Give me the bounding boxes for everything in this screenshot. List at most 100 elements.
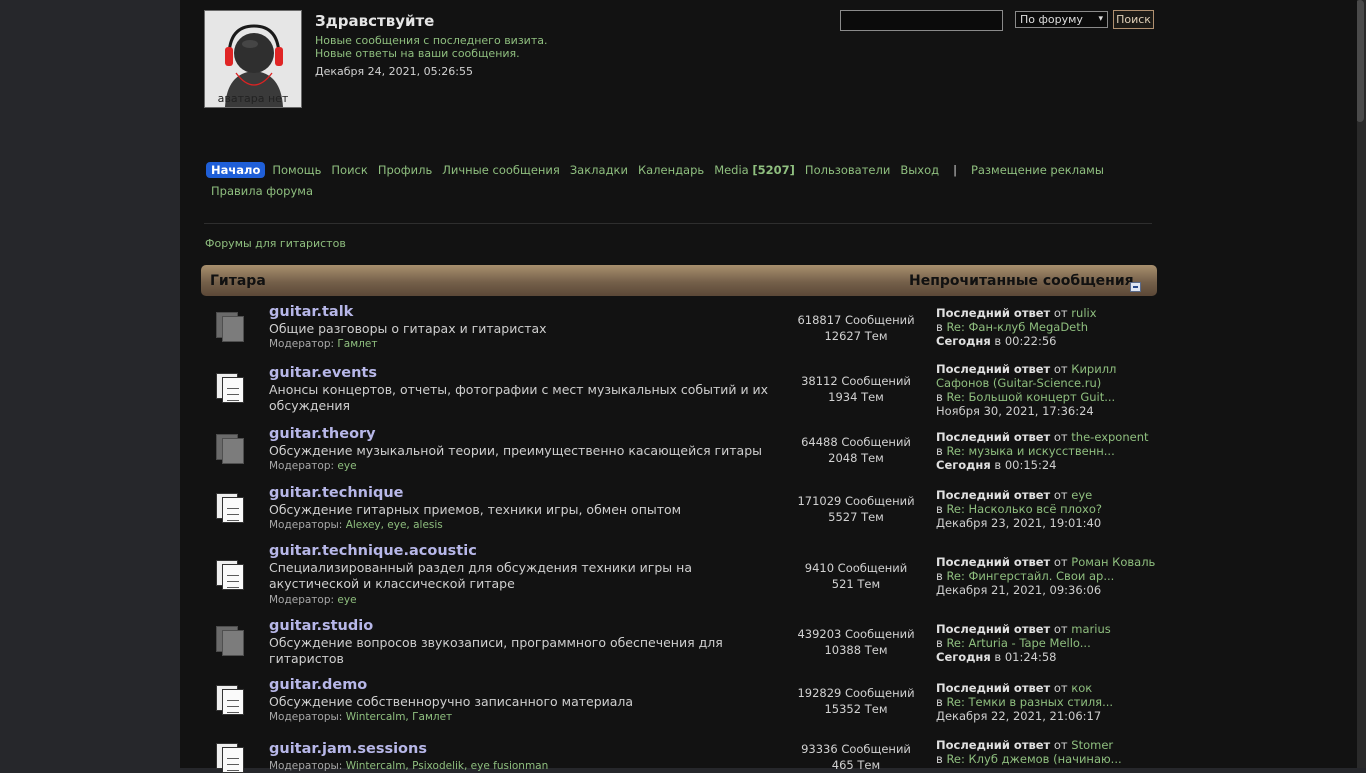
- moderator-link[interactable]: Wintercalm, Psixodelik, eye fusionman: [346, 760, 549, 772]
- forum-description: Обсуждение собственноручно записанного м…: [269, 694, 634, 709]
- posts-count: 439203 Сообщений: [797, 627, 915, 641]
- forum-status-icon[interactable]: [214, 432, 246, 464]
- last-post-topic[interactable]: Re: Фан-клуб MegaDeth: [946, 320, 1088, 334]
- category-header: Гитара Непрочитанные сообщения: [201, 265, 1157, 296]
- topics-count: 465 Тем: [831, 758, 881, 772]
- last-post-label: Последний ответ: [936, 488, 1051, 502]
- last-post-date: Сегодня: [936, 458, 991, 472]
- topics-count: 2048 Тем: [828, 451, 884, 465]
- moderators-label: Модераторы:: [269, 711, 343, 723]
- forum-status-icon[interactable]: [214, 371, 246, 403]
- last-post-topic[interactable]: Re: Насколько всё плохо?: [946, 502, 1102, 516]
- breadcrumb[interactable]: Форумы для гитаристов: [205, 237, 346, 250]
- menu-media[interactable]: Media [5207]: [714, 163, 795, 177]
- last-post: Последний ответ от the-exponent в Re: му…: [936, 430, 1161, 472]
- moderator-link[interactable]: eye: [337, 460, 356, 472]
- menu-rules[interactable]: Правила форума: [211, 184, 313, 198]
- search-input[interactable]: [840, 10, 1003, 31]
- posts-count: 38112 Сообщений: [801, 374, 911, 388]
- moderator-link[interactable]: Wintercalm, Гамлет: [346, 711, 452, 723]
- forum-stats: 64488 Сообщений 2048 Тем: [785, 434, 927, 466]
- moderators-label: Модератор:: [269, 338, 335, 350]
- last-post-topic[interactable]: Re: Клуб джемов (начинаю...: [946, 752, 1121, 766]
- forum-title[interactable]: guitar.technique.acoustic: [269, 543, 477, 559]
- menu-home[interactable]: Начало: [206, 162, 266, 178]
- last-post-topic[interactable]: Re: Фингерстайл. Свои ар...: [946, 569, 1114, 583]
- forum-title[interactable]: guitar.events: [269, 365, 377, 381]
- topics-count: 15352 Тем: [824, 702, 888, 716]
- moderator-link[interactable]: Гамлет: [337, 338, 377, 350]
- last-post: Последний ответ от Роман Коваль в Re: Фи…: [936, 555, 1161, 597]
- menu-members[interactable]: Пользователи: [805, 163, 890, 177]
- media-count: [5207]: [752, 163, 795, 177]
- last-post-topic[interactable]: Re: Arturia - Tape Mello...: [946, 636, 1090, 650]
- last-post-date: Сегодня: [936, 334, 991, 348]
- last-post-author[interactable]: кок: [1071, 681, 1092, 695]
- menu-search[interactable]: Поиск: [331, 163, 367, 177]
- last-post-topic[interactable]: Re: музыка и искусственн...: [946, 444, 1114, 458]
- in-label: в: [936, 569, 943, 583]
- last-post-label: Последний ответ: [936, 306, 1051, 320]
- in-label: в: [936, 390, 943, 404]
- scrollbar-thumb[interactable]: [1356, 0, 1364, 122]
- forum-title[interactable]: guitar.talk: [269, 304, 353, 320]
- forum-status-icon[interactable]: [214, 558, 246, 590]
- forum-status-icon[interactable]: [214, 491, 246, 523]
- menu-help[interactable]: Помощь: [272, 163, 321, 177]
- forum-status-icon[interactable]: [214, 683, 246, 715]
- last-post-date: Декабря 22, 2021, 21:06:17: [936, 709, 1102, 723]
- search-scope-select[interactable]: По форуму ▾: [1015, 11, 1108, 28]
- last-post-label: Последний ответ: [936, 681, 1051, 695]
- forum-status-icon[interactable]: [214, 310, 246, 342]
- main-menu: Начало Помощь Поиск Профиль Личные сообщения…: [206, 160, 1136, 202]
- last-post-author[interactable]: the-exponent: [1071, 430, 1148, 444]
- unread-posts-link[interactable]: Непрочитанные сообщения: [909, 273, 1134, 289]
- last-post-topic[interactable]: Re: Темки в разных стиля...: [946, 695, 1113, 709]
- moderators-label: Модератор:: [269, 594, 335, 606]
- menu-ads[interactable]: Размещение рекламы: [971, 163, 1104, 177]
- last-post-author[interactable]: rulix: [1071, 306, 1096, 320]
- last-post: Последний ответ от кок в Re: Темки в раз…: [936, 681, 1161, 723]
- forum-title[interactable]: guitar.technique: [269, 485, 404, 501]
- last-post-author[interactable]: marius: [1071, 622, 1110, 636]
- forum-description: Обсуждение гитарных приемов, техники игр…: [269, 502, 682, 517]
- forum-title[interactable]: guitar.studio: [269, 618, 373, 634]
- new-posts-link[interactable]: Новые сообщения с последнего визита.: [315, 34, 547, 47]
- last-post-label: Последний ответ: [936, 738, 1051, 752]
- forum-stats: 192829 Сообщений 15352 Тем: [785, 685, 927, 717]
- forum-description: Общие разговоры о гитарах и гитаристах: [269, 321, 547, 336]
- chevron-down-icon: ▾: [1098, 14, 1103, 24]
- search-button[interactable]: Поиск: [1113, 10, 1154, 29]
- moderators-label: Модераторы:: [269, 760, 343, 772]
- posts-count: 64488 Сообщений: [801, 435, 911, 449]
- in-label: в: [936, 320, 943, 334]
- forum-title[interactable]: guitar.demo: [269, 677, 367, 693]
- avatar-caption: аватара нет: [217, 92, 289, 105]
- menu-logout[interactable]: Выход: [900, 163, 939, 177]
- divider: [204, 223, 1152, 224]
- moderator-link[interactable]: eye: [337, 594, 356, 606]
- forum-status-icon[interactable]: [214, 741, 246, 773]
- menu-calendar[interactable]: Календарь: [638, 163, 704, 177]
- last-post-author[interactable]: Stomer: [1071, 738, 1113, 752]
- last-post-topic[interactable]: Re: Большой концерт Guit...: [946, 390, 1115, 404]
- forum-moderators: Модератор: eye: [269, 594, 357, 606]
- new-replies-link[interactable]: Новые ответы на ваши сообщения.: [315, 47, 547, 60]
- forum-status-icon[interactable]: [214, 624, 246, 656]
- menu-profile[interactable]: Профиль: [378, 163, 432, 177]
- moderator-link[interactable]: Alexey, eye, alesis: [346, 519, 443, 531]
- search-scope-value: По форуму: [1020, 13, 1083, 26]
- collapse-icon[interactable]: [1130, 282, 1141, 292]
- last-post-author[interactable]: eye: [1071, 488, 1092, 502]
- category-title[interactable]: Гитара: [210, 273, 266, 289]
- menu-pm[interactable]: Личные сообщения: [442, 163, 560, 177]
- forum-title[interactable]: guitar.theory: [269, 426, 376, 442]
- posts-count: 618817 Сообщений: [797, 313, 915, 327]
- last-post: Последний ответ от Stomer в Re: Клуб дже…: [936, 738, 1161, 766]
- forum-title[interactable]: guitar.jam.sessions: [269, 741, 427, 757]
- last-post-label: Последний ответ: [936, 555, 1051, 569]
- last-post-author[interactable]: Роман Коваль: [1071, 555, 1155, 569]
- menu-bookmarks[interactable]: Закладки: [570, 163, 628, 177]
- avatar[interactable]: аватара нет: [204, 10, 302, 108]
- last-post-time: в 00:15:24: [994, 458, 1057, 472]
